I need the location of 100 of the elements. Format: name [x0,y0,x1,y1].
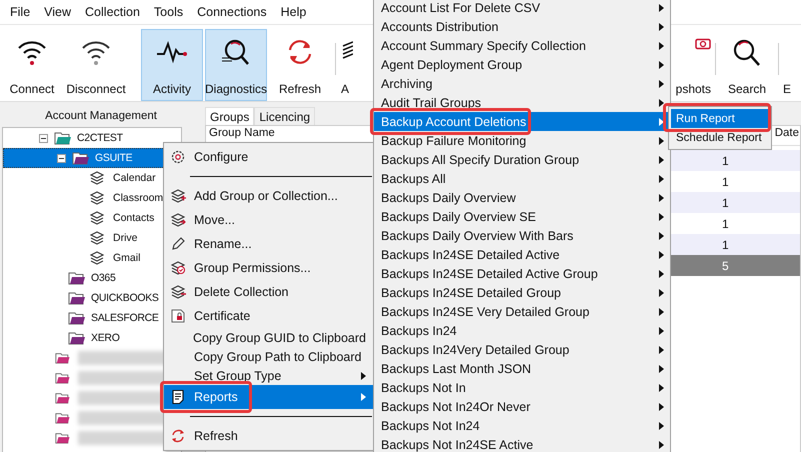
menu-item[interactable]: Backups Not In [374,378,670,397]
menu-item[interactable]: Agent Deployment Group [374,55,670,74]
menu-item[interactable]: Tools [148,5,192,19]
menu-item[interactable]: Backups In24SE Detailed Active Group [374,264,670,283]
table-cell-text: 1 [722,154,730,168]
tree-label: Classroom [113,192,164,204]
submenu-arrow-icon [659,98,664,106]
collapse-toggle[interactable] [39,134,48,142]
toolbar-button[interactable]: E [782,29,800,101]
layers-icon [89,170,105,186]
menu-item[interactable]: Backups Daily Overview With Bars [374,226,670,245]
gear-icon [170,149,186,165]
menu-item[interactable]: File [4,5,38,19]
folder-icon [55,351,70,365]
menu-item[interactable]: Help [274,5,314,19]
folder-icon [68,291,86,305]
layers-arrow-icon [170,212,186,228]
submenu-arrow-icon [659,250,664,258]
layers-check-icon [170,260,186,276]
table-cell-text: 1 [722,238,730,252]
menu-item[interactable]: Account List For Delete CSV [374,0,670,17]
menu-item[interactable]: Backups In24 [374,321,670,340]
tree-label: C2CTEST [77,132,123,144]
submenu-arrow-icon [659,22,664,30]
folder-icon [68,311,86,325]
menu-item[interactable]: Refresh [164,424,374,448]
menu-item[interactable]: Collection [79,5,148,19]
menu-item[interactable]: Copy Group Path to Clipboard [164,347,374,366]
menu-item[interactable]: Backups In24SE Very Detailed Group [374,302,670,321]
layers-plus-icon [170,188,186,204]
folder-icon [55,391,70,405]
folder-icon [68,331,86,345]
tree-label: GSUITE [95,152,132,164]
menu-item[interactable]: Schedule Report [671,128,769,147]
layers-icon [89,210,105,226]
toolbar-button[interactable]: Activity [141,29,203,101]
tab[interactable]: Licencing [254,107,316,125]
menu-item[interactable]: Set Group Type [164,366,374,385]
menu-item[interactable]: Backups Daily Overview SE [374,207,670,226]
menu-item[interactable]: Backup Account Deletions [374,112,670,131]
menu-item[interactable]: Backups Not In24SE Active [374,435,670,452]
toolbar-button[interactable]: Refresh [269,29,331,101]
menu-item[interactable]: Account Summary Specify Collection [374,36,670,55]
menu-item[interactable]: Backups Not In24 [374,416,670,435]
submenu-arrow-icon [361,393,366,401]
search-icon [731,38,763,68]
submenu-arrow-icon [659,232,664,240]
layers-icon [89,250,105,266]
menu-item[interactable]: Backups In24SE Detailed Group [374,283,670,302]
submenu-arrow-icon [659,174,664,182]
submenu-arrow-icon [659,346,664,354]
submenu-arrow-icon [659,288,664,296]
submenu-arrow-icon [659,308,664,316]
menu-item[interactable]: Backups In24SE Detailed Active [374,245,670,264]
menu-item[interactable]: Reports [164,385,374,409]
toolbar-button[interactable]: pshots [668,29,712,101]
menu-item[interactable]: View [38,5,80,19]
tree-label: Gmail [113,252,140,264]
certificate-icon [170,308,186,324]
menu-item[interactable]: Run Report [671,109,769,128]
menu-item[interactable]: Accounts Distribution [374,17,670,36]
menu-item[interactable]: Backups All [374,169,670,188]
tab[interactable]: Groups [205,107,254,125]
toolbar-button[interactable]: Disconnect [65,29,127,101]
layers-icon [89,190,105,206]
submenu-arrow-icon [659,384,664,392]
menu-item[interactable]: Backups Daily Overview [374,188,670,207]
toolbar-button[interactable]: Diagnostics [205,29,267,101]
menu-item[interactable]: Backups All Specify Duration Group [374,150,670,169]
toolbar-button[interactable]: Connect [1,29,63,101]
collapse-toggle[interactable] [57,154,66,162]
submenu-arrow-icon [659,136,664,144]
toolbar-button[interactable]: A [340,29,368,101]
tree-item[interactable]: C2CTEST [3,128,181,148]
tree-label: O365 [91,272,116,284]
submenu-arrow-icon [361,372,366,380]
menu-item[interactable]: Backup Failure Monitoring [374,131,670,150]
tree-label: XERO [91,332,120,344]
panel-title: Account Management [44,109,158,124]
menu-item[interactable]: Backups In24Very Detailed Group [374,340,670,359]
folder-icon [55,411,70,425]
folder-icon [55,431,70,445]
submenu-arrow-icon [659,60,664,68]
folder-icon [68,271,86,285]
toolbar-button[interactable]: Search [719,29,775,101]
submenu-arrow-icon [659,326,664,334]
folder-icon [54,131,72,145]
table-cell-text: 5 [722,258,730,272]
table-cell-text: 1 [722,196,730,210]
submenu-arrow-icon [659,402,664,410]
submenu-arrow-icon [659,4,664,12]
column-header[interactable]: Group Name [209,127,275,139]
submenu-arrow-icon [659,212,664,220]
tree-label: QUICKBOOKS [91,292,159,304]
menu-item[interactable]: Connections [191,5,275,19]
column-header[interactable]: Date [774,127,799,139]
menu-item[interactable]: Backups Not In24Or Never [374,397,670,416]
menu-item[interactable]: Archiving [374,74,670,93]
tree-label: Contacts [113,212,154,224]
menu-item[interactable]: Backups Last Month JSON [374,359,670,378]
